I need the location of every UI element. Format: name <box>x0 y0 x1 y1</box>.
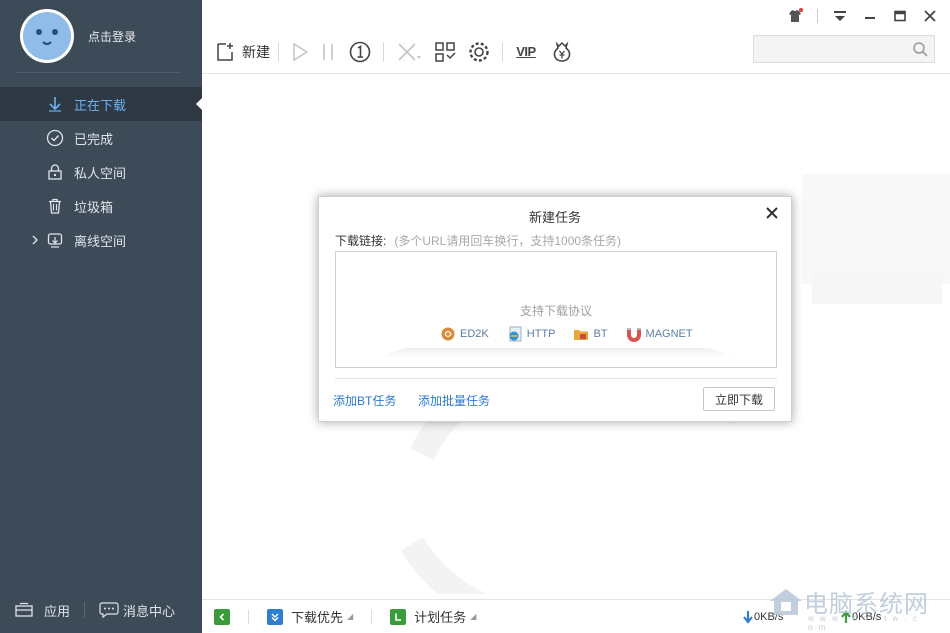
skin-shirt-icon[interactable] <box>787 8 803 24</box>
play-icon <box>290 41 310 63</box>
collapse-sidebar-button[interactable] <box>214 608 230 625</box>
divider <box>371 609 373 624</box>
divider <box>84 602 86 618</box>
user-area: 点击登录 <box>0 0 202 74</box>
chevron-left-icon <box>214 608 230 625</box>
qr-code-icon <box>434 41 456 63</box>
divider <box>383 42 384 62</box>
divider <box>335 378 777 379</box>
search-box <box>753 35 935 63</box>
new-task-label: 新建 <box>242 44 270 60</box>
url-hint: (多个URL请用回车换行，支持1000条任务) <box>394 234 622 248</box>
avatar[interactable] <box>20 9 74 63</box>
sidebar-bottom: 应用 消息中心 <box>0 587 202 633</box>
close-icon[interactable] <box>765 206 779 220</box>
vip-icon: VIP <box>516 44 536 60</box>
site-watermark-url: w w w . d n x t w . c o m <box>808 614 919 632</box>
sidebar-item-label: 垃圾箱 <box>74 199 114 215</box>
sidebar-item-label: 私人空间 <box>74 165 127 181</box>
sidebar-item-label: 正在下载 <box>74 97 127 113</box>
login-link[interactable]: 点击登录 <box>88 28 136 45</box>
dropdown-triangle-icon: ◢ <box>470 612 477 621</box>
divider <box>248 609 249 624</box>
speed-limit-button[interactable] <box>345 37 375 67</box>
divider <box>502 42 503 62</box>
check-circle-icon <box>46 129 64 147</box>
schedule-icon <box>390 608 407 625</box>
divider <box>817 9 818 23</box>
dropdown-triangle-icon: ◢ <box>347 612 354 621</box>
url-label-row: 下载链接: (多个URL请用回车换行，支持1000条任务) <box>335 232 621 249</box>
sidebar-item-private[interactable]: 私人空间 <box>0 155 202 189</box>
sidebar-item-label: 已完成 <box>74 131 114 147</box>
message-center-button[interactable]: 消息中心 <box>99 601 175 620</box>
search-icon[interactable] <box>912 41 928 60</box>
chevron-right-icon[interactable] <box>30 232 42 248</box>
search-input[interactable] <box>754 36 904 62</box>
new-task-dialog: 新建任务 下载链接: (多个URL请用回车换行，支持1000条任务) 支持下载协议… <box>318 196 792 422</box>
vip-label: VIP <box>516 44 536 59</box>
message-center-label: 消息中心 <box>123 603 176 619</box>
sidebar-item-offline[interactable]: 离线空间 <box>0 223 202 257</box>
apps-button[interactable]: 应用 <box>14 601 70 620</box>
sidebar-item-downloading[interactable]: 正在下载 <box>0 87 202 121</box>
add-batch-task-link[interactable]: 添加批量任务 <box>418 392 490 409</box>
add-bt-task-link[interactable]: 添加BT任务 <box>333 392 396 409</box>
sidebar: 点击登录 正在下载 已完成 私人空间 垃圾箱 离线空间 应用 消息中心 <box>0 0 202 633</box>
site-watermark: 电脑系统网 w w w . d n x t w . c o m <box>768 584 929 632</box>
sidebar-item-completed[interactable]: 已完成 <box>0 121 202 155</box>
maximize-icon[interactable] <box>892 8 908 24</box>
close-icon[interactable] <box>922 8 938 24</box>
apps-label: 应用 <box>44 603 71 619</box>
money-bag-icon <box>550 40 574 64</box>
new-task-button[interactable]: 新建 <box>214 37 270 67</box>
window-controls <box>787 8 938 24</box>
schedule-task-button[interactable]: 计划任务 ◢ <box>390 607 476 626</box>
delete-x-icon <box>395 41 423 63</box>
pause-icon <box>320 41 336 63</box>
sidebar-item-label: 离线空间 <box>74 233 127 249</box>
sidebar-nav: 正在下载 已完成 私人空间 垃圾箱 离线空间 <box>0 87 202 257</box>
dialog-title: 新建任务 <box>528 210 581 225</box>
down-arrow-icon <box>742 610 754 624</box>
url-textarea-box: 支持下载协议 ED2K HTTP BT MAGNET <box>335 251 777 368</box>
pause-button[interactable] <box>317 37 339 67</box>
gear-icon <box>467 40 491 64</box>
settings-button[interactable] <box>464 37 494 67</box>
qr-code-button[interactable] <box>430 37 460 67</box>
apps-icon <box>14 602 34 618</box>
divider <box>278 42 279 62</box>
priority-label: 下载优先 <box>291 610 344 625</box>
priority-icon <box>267 608 283 625</box>
chat-bubble-icon <box>99 601 119 619</box>
minimize-icon[interactable] <box>862 8 878 24</box>
download-priority-button[interactable]: 下载优先 ◢ <box>267 607 353 626</box>
divider <box>16 72 180 73</box>
url-textarea[interactable] <box>336 252 776 367</box>
download-arrow-icon <box>46 95 64 113</box>
start-button[interactable] <box>287 37 313 67</box>
wallet-button[interactable] <box>545 37 579 67</box>
menu-dropdown-icon[interactable] <box>832 8 848 24</box>
trash-icon <box>46 197 64 215</box>
lock-icon <box>46 163 64 181</box>
new-file-icon <box>214 41 236 63</box>
house-logo-icon <box>770 588 802 615</box>
delete-button[interactable] <box>392 37 426 67</box>
schedule-label: 计划任务 <box>414 610 467 625</box>
cloud-download-icon <box>46 231 64 249</box>
url-label: 下载链接: <box>335 234 387 248</box>
vip-button[interactable]: VIP <box>511 37 541 67</box>
download-now-button[interactable]: 立即下载 <box>703 387 775 411</box>
limit-one-icon <box>348 40 372 64</box>
toolbar: 新建 VIP <box>214 36 579 68</box>
sidebar-item-trash[interactable]: 垃圾箱 <box>0 189 202 223</box>
